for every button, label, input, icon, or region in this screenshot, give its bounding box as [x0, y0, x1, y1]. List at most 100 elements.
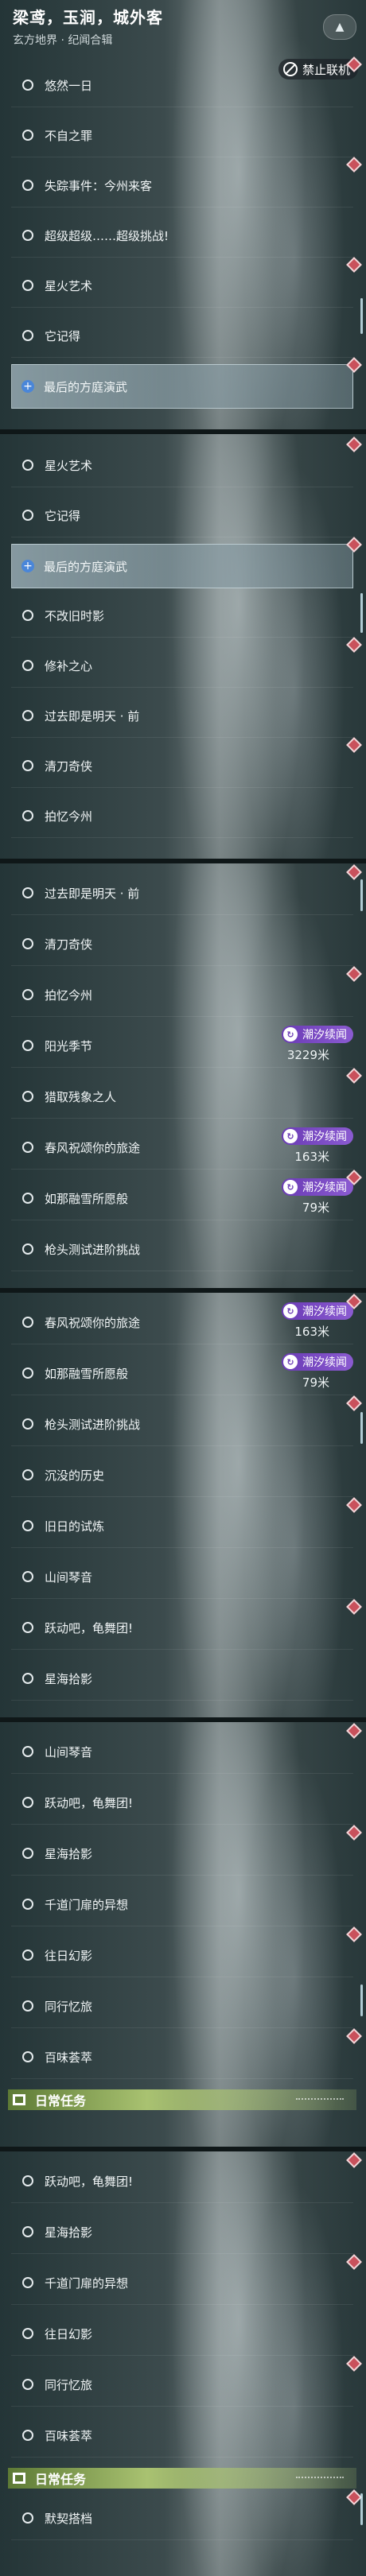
quest-row[interactable]: 千道门扉的异想: [11, 2261, 353, 2305]
quest-row[interactable]: 枪头测试进阶挑战: [11, 1402, 353, 1446]
quest-label: 枪头测试进阶挑战: [45, 1417, 141, 1432]
quest-row[interactable]: 沉没的历史: [11, 1453, 353, 1497]
quest-row-active[interactable]: + 最后的方庭演武: [11, 544, 353, 588]
quest-circle-icon: [22, 2512, 33, 2524]
scrollbar-thumb[interactable]: [360, 1412, 363, 1444]
quest-label: 千道门扉的异想: [45, 1897, 129, 1912]
scrollbar-thumb[interactable]: [360, 2493, 363, 2525]
quest-row[interactable]: 过去即是明天 · 前: [11, 871, 353, 915]
quest-row[interactable]: 星海拾影: [11, 1657, 353, 1701]
quest-row[interactable]: 失踪事件：今州来客: [11, 164, 353, 208]
quest-circle-icon: [22, 2000, 33, 2012]
quest-label: 阳光季节: [45, 1038, 93, 1053]
quest-label: 往日幻影: [45, 2326, 93, 2341]
quest-label: 跃动吧，龟舞团!: [45, 1795, 134, 1810]
quest-circle-icon: [22, 1848, 33, 1859]
quest-circle-icon: [22, 330, 33, 341]
quest-circle-icon: [22, 810, 33, 821]
quest-label: 如那融雪所愿般: [45, 1366, 129, 1381]
quest-row[interactable]: 同行忆旅: [11, 1984, 353, 2028]
quest-panel-segment-6: 跃动吧，龟舞团! 星海拾影千道门扉的异想 往日幻影同行忆旅百味荟萃日常任务默契搭档: [0, 2151, 366, 2576]
quest-row[interactable]: 它记得: [11, 494, 353, 537]
scrollbar-thumb[interactable]: [360, 593, 363, 633]
quest-row[interactable]: 不自之罪: [11, 114, 353, 157]
quest-label: 山间琴音: [45, 1569, 93, 1585]
tide-event-badge: ↻ 潮汐续闻: [282, 1302, 353, 1320]
quest-row[interactable]: 往日幻影: [11, 2312, 353, 2356]
quest-row[interactable]: 跃动吧，龟舞团!: [11, 2159, 353, 2203]
daily-tasks-title: 日常任务: [35, 2093, 87, 2109]
quest-circle-icon: [22, 180, 33, 191]
quest-row[interactable]: 星海拾影: [11, 2210, 353, 2254]
quest-row[interactable]: 百味荟萃: [11, 2035, 353, 2079]
quest-row[interactable]: 旧日的试炼: [11, 1504, 353, 1548]
quest-circle-icon: [22, 660, 33, 671]
quest-row[interactable]: 它记得: [11, 314, 353, 358]
quest-circle-icon: [22, 1622, 33, 1633]
quest-label: 星火艺术: [45, 278, 93, 293]
tide-icon: ↻: [283, 1355, 298, 1369]
quest-label: 拍忆今州: [45, 987, 93, 1003]
daily-dots-decoration: [296, 2098, 344, 2101]
tide-label: 潮汐续闻: [302, 1181, 347, 1194]
quest-row[interactable]: 默契搭档: [11, 2496, 353, 2540]
add-circle-icon: +: [21, 560, 34, 572]
quest-row[interactable]: 山间琴音: [11, 1555, 353, 1599]
quest-label: 千道门扉的异想: [45, 2275, 129, 2291]
tide-event-badge: ↻ 潮汐续闻: [282, 1026, 353, 1043]
quest-label: 沉没的历史: [45, 1468, 105, 1483]
quest-label: 修补之心: [45, 658, 93, 673]
daily-tasks-header[interactable]: 日常任务: [8, 2089, 356, 2110]
quest-circle-icon: [22, 2175, 33, 2186]
quest-circle-icon: [22, 1091, 33, 1102]
collapse-button[interactable]: ▲: [323, 14, 356, 40]
quest-row[interactable]: 千道门扉的异想: [11, 1883, 353, 1926]
quest-row[interactable]: 跃动吧，龟舞团!: [11, 1781, 353, 1825]
quest-label: 枪头测试进阶挑战: [45, 1242, 141, 1257]
quest-circle-icon: [22, 1243, 33, 1255]
tide-icon: ↻: [283, 1027, 298, 1042]
tide-event-badge: ↻ 潮汐续闻: [282, 1353, 353, 1371]
scrollbar-thumb[interactable]: [360, 298, 363, 334]
quest-row[interactable]: 悠然一日: [11, 64, 353, 107]
quest-row[interactable]: 同行忆旅: [11, 2363, 353, 2407]
quest-row[interactable]: 百味荟萃: [11, 2414, 353, 2458]
quest-label: 清刀奇侠: [45, 758, 93, 774]
quest-circle-icon: [22, 760, 33, 771]
quest-row[interactable]: 超级超级……超级挑战!: [11, 214, 353, 258]
quest-distance: 79米: [302, 1375, 329, 1390]
daily-tasks-header[interactable]: 日常任务: [8, 2468, 356, 2489]
scrollbar-thumb[interactable]: [360, 1984, 363, 2016]
chevron-up-icon: ▲: [335, 21, 345, 33]
scrollbar-thumb[interactable]: [360, 879, 363, 911]
tide-event-badge: ↻ 潮汐续闻: [282, 1178, 353, 1196]
quest-row[interactable]: 星火艺术: [11, 264, 353, 308]
quest-row[interactable]: 往日幻影: [11, 1934, 353, 1977]
quest-row[interactable]: 拍忆今州: [11, 973, 353, 1017]
quest-row[interactable]: 不改旧时影: [11, 594, 353, 638]
quest-row[interactable]: 枪头测试进阶挑战: [11, 1228, 353, 1271]
quest-row[interactable]: 修补之心: [11, 644, 353, 688]
quest-circle-icon: [22, 2430, 33, 2441]
quest-row[interactable]: 过去即是明天 · 前: [11, 694, 353, 738]
quest-row[interactable]: 清刀奇侠: [11, 922, 353, 966]
quest-circle-icon: [22, 2277, 33, 2288]
quest-row[interactable]: 拍忆今州: [11, 794, 353, 838]
quest-circle-icon: [22, 2328, 33, 2339]
quest-row[interactable]: 猎取残象之人: [11, 1075, 353, 1119]
quest-circle-icon: [22, 1520, 33, 1531]
quest-row[interactable]: 跃动吧，龟舞团!: [11, 1606, 353, 1650]
quest-circle-icon: [22, 130, 33, 141]
quest-row[interactable]: 清刀奇侠: [11, 744, 353, 788]
quest-row-active[interactable]: + 最后的方庭演武: [11, 364, 353, 409]
tide-icon: ↻: [283, 1304, 298, 1318]
quest-row[interactable]: 山间琴音: [11, 1730, 353, 1774]
quest-label: 它记得: [45, 508, 81, 523]
quest-label: 往日幻影: [45, 1948, 93, 1963]
tide-icon: ↻: [283, 1129, 298, 1143]
quest-circle-icon: [22, 1040, 33, 1051]
tide-label: 潮汐续闻: [302, 1305, 347, 1318]
quest-row[interactable]: 星火艺术: [11, 444, 353, 487]
quest-row[interactable]: 星海拾影: [11, 1832, 353, 1876]
quest-list-stage: 梁鸢，玉涧，城外客 玄方地界 · 纪闻合辑 ▲ 禁止联机 悠然一日 不自之罪 失踪事…: [0, 0, 366, 2576]
